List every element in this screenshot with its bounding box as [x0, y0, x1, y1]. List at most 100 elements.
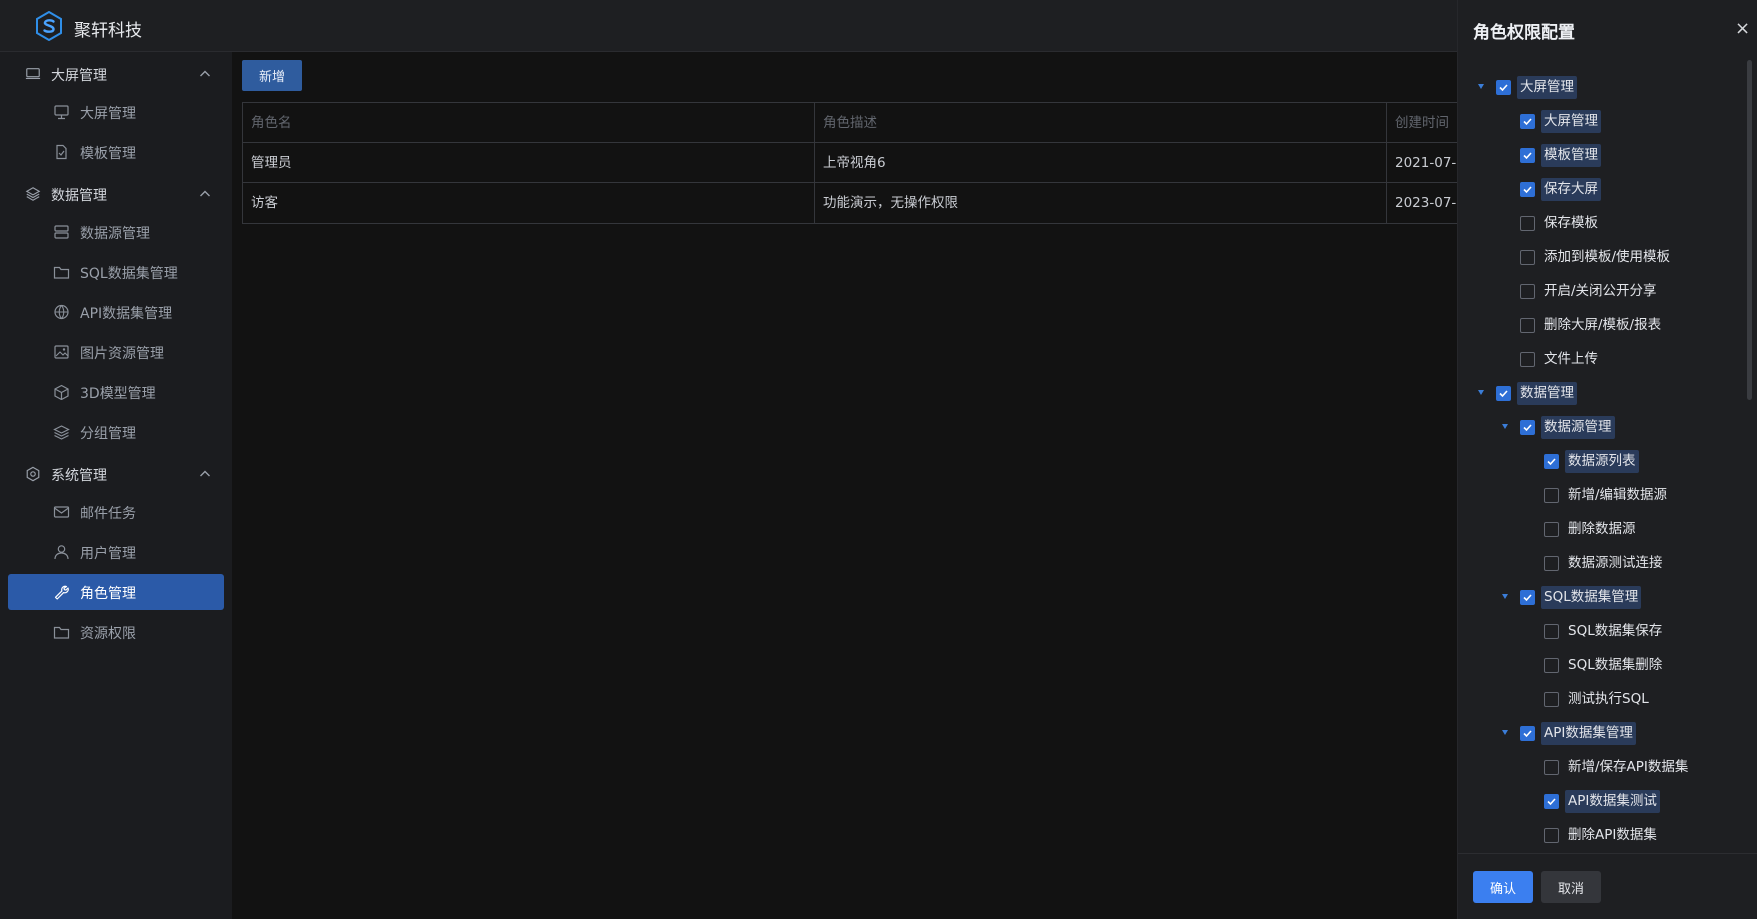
tree-node-label[interactable]: 删除API数据集 [1565, 824, 1660, 847]
tree-node-label[interactable]: 保存模板 [1541, 212, 1601, 235]
tree-checkbox[interactable] [1520, 590, 1535, 605]
tree-node[interactable]: 文件上传 [1458, 344, 1748, 374]
confirm-button[interactable]: 确认 [1473, 871, 1533, 903]
tree-checkbox[interactable] [1544, 794, 1559, 809]
tree-checkbox[interactable] [1520, 250, 1535, 265]
caret-down-icon[interactable] [1502, 424, 1508, 429]
tree-checkbox[interactable] [1520, 318, 1535, 333]
sidebar-item-0-0[interactable]: 大屏管理 [8, 94, 224, 130]
tree-node-label[interactable]: 删除数据源 [1565, 518, 1639, 541]
tree-node-label[interactable]: 数据源测试连接 [1565, 552, 1666, 575]
tree-node[interactable]: 保存大屏 [1458, 174, 1748, 204]
sidebar-item-1-0[interactable]: 数据源管理 [8, 214, 224, 250]
tree-node-label[interactable]: API数据集管理 [1541, 722, 1636, 745]
tree-node-label[interactable]: 大屏管理 [1517, 76, 1577, 99]
chevron-up-icon[interactable] [199, 68, 211, 80]
sidebar-item-2-3[interactable]: 资源权限 [8, 614, 224, 650]
tree-node[interactable]: 删除API数据集 [1458, 820, 1748, 850]
tree-checkbox[interactable] [1520, 284, 1535, 299]
sidebar-group-0[interactable]: 大屏管理 [0, 54, 232, 94]
tree-node-label[interactable]: 新增/编辑数据源 [1565, 484, 1670, 507]
tree-node[interactable]: 数据管理 [1458, 378, 1748, 408]
tree-scrollbar[interactable] [1747, 60, 1752, 400]
tree-node-label[interactable]: SQL数据集保存 [1565, 620, 1665, 643]
tree-node[interactable]: 新增/编辑数据源 [1458, 480, 1748, 510]
tree-node-label[interactable]: 文件上传 [1541, 348, 1601, 371]
tree-node-label[interactable]: 开启/关闭公开分享 [1541, 280, 1660, 303]
tree-checkbox[interactable] [1544, 692, 1559, 707]
table-row[interactable]: 访客 功能演示，无操作权限 2023-07- [243, 183, 1457, 223]
tree-node-label[interactable]: API数据集测试 [1565, 790, 1660, 813]
cell-role-name: 管理员 [243, 143, 815, 183]
tree-checkbox[interactable] [1544, 522, 1559, 537]
tree-node[interactable]: 开启/关闭公开分享 [1458, 276, 1748, 306]
tree-node[interactable]: SQL数据集保存 [1458, 616, 1748, 646]
sidebar-item-2-2[interactable]: 角色管理 [8, 574, 224, 610]
tree-checkbox[interactable] [1520, 216, 1535, 231]
chevron-up-icon[interactable] [199, 468, 211, 480]
tree-checkbox[interactable] [1520, 420, 1535, 435]
tree-node-label[interactable]: 测试执行SQL [1565, 688, 1652, 711]
tree-checkbox[interactable] [1496, 80, 1511, 95]
sidebar-item-1-2[interactable]: API数据集管理 [8, 294, 224, 330]
tree-node-label[interactable]: SQL数据集管理 [1541, 586, 1642, 609]
sidebar-item-1-5[interactable]: 分组管理 [8, 414, 224, 450]
sidebar-group-1[interactable]: 数据管理 [0, 174, 232, 214]
sidebar-item-2-0[interactable]: 邮件任务 [8, 494, 224, 530]
tree-node-label[interactable]: 删除大屏/模板/报表 [1541, 314, 1664, 337]
tree-node-label[interactable]: 大屏管理 [1541, 110, 1601, 133]
tree-checkbox[interactable] [1520, 114, 1535, 129]
tree-node-label[interactable]: 新增/保存API数据集 [1565, 756, 1691, 779]
tree-node-label[interactable]: 数据源列表 [1565, 450, 1639, 473]
tree-node[interactable]: 数据源列表 [1458, 446, 1748, 476]
caret-down-icon[interactable] [1502, 594, 1508, 599]
tree-node-label[interactable]: 数据源管理 [1541, 416, 1615, 439]
sidebar-item-0-1[interactable]: 模板管理 [8, 134, 224, 170]
tree-checkbox[interactable] [1544, 760, 1559, 775]
tree-checkbox[interactable] [1520, 352, 1535, 367]
sidebar-group-2[interactable]: 系统管理 [0, 454, 232, 494]
caret-down-icon[interactable] [1478, 390, 1484, 395]
sidebar-item-1-4[interactable]: 3D模型管理 [8, 374, 224, 410]
tree-checkbox[interactable] [1544, 658, 1559, 673]
tree-node[interactable]: API数据集测试 [1458, 786, 1748, 816]
caret-down-icon[interactable] [1502, 730, 1508, 735]
tree-checkbox[interactable] [1520, 148, 1535, 163]
tree-checkbox[interactable] [1544, 454, 1559, 469]
add-role-button[interactable]: 新增 [242, 60, 302, 91]
tree-checkbox[interactable] [1544, 828, 1559, 843]
tree-node-label[interactable]: SQL数据集删除 [1565, 654, 1665, 677]
tree-node[interactable]: SQL数据集删除 [1458, 650, 1748, 680]
tree-checkbox[interactable] [1544, 624, 1559, 639]
tree-node-label[interactable]: 模板管理 [1541, 144, 1601, 167]
tree-node[interactable]: 模板管理 [1458, 140, 1748, 170]
tree-checkbox[interactable] [1496, 386, 1511, 401]
tree-node[interactable]: 删除大屏/模板/报表 [1458, 310, 1748, 340]
table-row[interactable]: 管理员 上帝视角6 2021-07- [243, 143, 1457, 183]
tree-node[interactable]: API数据集管理 [1458, 718, 1748, 748]
tree-checkbox[interactable] [1544, 488, 1559, 503]
tree-node-label[interactable]: 添加到模板/使用模板 [1541, 246, 1673, 269]
tree-node-label[interactable]: 数据管理 [1517, 382, 1577, 405]
tree-checkbox[interactable] [1544, 556, 1559, 571]
sidebar-item-1-3[interactable]: 图片资源管理 [8, 334, 224, 370]
tree-checkbox[interactable] [1520, 182, 1535, 197]
chevron-up-icon[interactable] [199, 188, 211, 200]
tree-node[interactable]: 删除数据源 [1458, 514, 1748, 544]
tree-node[interactable]: 添加到模板/使用模板 [1458, 242, 1748, 272]
cancel-button[interactable]: 取消 [1541, 871, 1601, 903]
tree-node[interactable]: SQL数据集管理 [1458, 582, 1748, 612]
tree-node[interactable]: 保存模板 [1458, 208, 1748, 238]
tree-node[interactable]: 数据源管理 [1458, 412, 1748, 442]
sidebar-item-2-1[interactable]: 用户管理 [8, 534, 224, 570]
caret-down-icon[interactable] [1478, 84, 1484, 89]
tree-node[interactable]: 大屏管理 [1458, 106, 1748, 136]
tree-node[interactable]: 新增/保存API数据集 [1458, 752, 1748, 782]
sidebar-item-1-1[interactable]: SQL数据集管理 [8, 254, 224, 290]
close-icon[interactable]: × [1735, 18, 1750, 39]
tree-checkbox[interactable] [1520, 726, 1535, 741]
tree-node[interactable]: 数据源测试连接 [1458, 548, 1748, 578]
tree-node[interactable]: 测试执行SQL [1458, 684, 1748, 714]
tree-node[interactable]: 大屏管理 [1458, 72, 1748, 102]
tree-node-label[interactable]: 保存大屏 [1541, 178, 1601, 201]
